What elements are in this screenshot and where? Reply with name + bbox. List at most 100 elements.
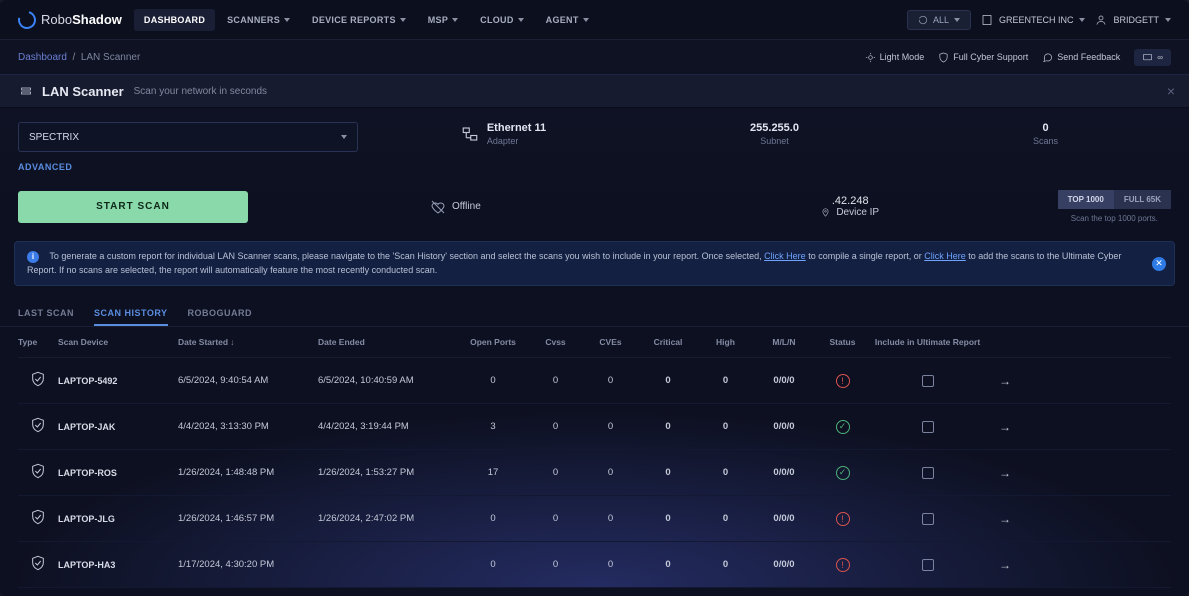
include-checkbox[interactable]: [922, 513, 934, 525]
chevron-down-icon: [452, 18, 458, 22]
include-checkbox[interactable]: [922, 375, 934, 387]
row-expand-button[interactable]: →: [985, 466, 1025, 480]
support-link[interactable]: Full Cyber Support: [938, 52, 1028, 63]
chevron-down-icon: [954, 18, 960, 22]
device-cell: LAPTOP-HA3: [58, 560, 178, 570]
banner-close-icon[interactable]: ✕: [1152, 257, 1166, 271]
include-checkbox[interactable]: [922, 421, 934, 433]
chevron-down-icon: [400, 18, 406, 22]
col-cvss: Cvss: [528, 337, 583, 347]
started-cell: 1/17/2024, 4:30:20 PM: [178, 559, 318, 570]
mln-cell: 0/0/0: [753, 467, 815, 478]
table-row: LAPTOP-HA3 1/17/2024, 4:30:20 PM 0 0 0 0…: [18, 542, 1171, 588]
advanced-link[interactable]: ADVANCED: [18, 162, 358, 172]
status-ok-icon: ✓: [836, 466, 850, 480]
user-select[interactable]: BRIDGETT: [1095, 14, 1171, 26]
nav-cloud[interactable]: CLOUD: [470, 9, 534, 31]
page-subtitle: Scan your network in seconds: [134, 86, 267, 97]
device-cell: LAPTOP-5492: [58, 376, 178, 386]
chat-icon: [1042, 52, 1053, 63]
breadcrumb-root[interactable]: Dashboard: [18, 52, 67, 63]
include-checkbox[interactable]: [922, 467, 934, 479]
type-cell: [18, 508, 58, 529]
tab-scan-history[interactable]: SCAN HISTORY: [94, 302, 168, 326]
include-checkbox[interactable]: [922, 559, 934, 571]
send-feedback-link[interactable]: Send Feedback: [1042, 52, 1120, 63]
chat-bubble-icon: [1142, 52, 1153, 63]
crit-cell: 0: [638, 421, 698, 432]
cves-cell: 0: [583, 421, 638, 432]
nav-agent[interactable]: AGENT: [536, 9, 599, 31]
breadcrumb-current: LAN Scanner: [81, 52, 140, 63]
row-expand-button[interactable]: →: [985, 374, 1025, 388]
cvss-cell: 0: [528, 513, 583, 524]
chevron-down-icon: [1165, 18, 1171, 22]
nav-msp[interactable]: MSP: [418, 9, 468, 31]
row-expand-button[interactable]: →: [985, 420, 1025, 434]
logo[interactable]: RoboShadow: [18, 11, 122, 29]
scans-stat: 0 Scans: [920, 122, 1171, 146]
col-started[interactable]: Date Started ↓: [178, 337, 318, 347]
ports-cell: 0: [458, 375, 528, 386]
mln-cell: 0/0/0: [753, 421, 815, 432]
nav-dashboard[interactable]: DASHBOARD: [134, 9, 215, 31]
org-select[interactable]: GREENTECH INC: [981, 14, 1086, 26]
high-cell: 0: [698, 375, 753, 386]
offline-status: Offline: [268, 199, 643, 215]
started-cell: 1/26/2024, 1:48:48 PM: [178, 467, 318, 478]
ended-cell: 6/5/2024, 10:40:59 AM: [318, 375, 458, 386]
status-cell: ✓: [815, 466, 870, 480]
banner-link-2[interactable]: Click Here: [924, 251, 966, 261]
col-mln: M/L/N: [753, 337, 815, 347]
full-65k-button[interactable]: FULL 65K: [1114, 190, 1171, 209]
notifications-button[interactable]: ∞: [1134, 49, 1171, 66]
crit-cell: 0: [638, 513, 698, 524]
tab-last-scan[interactable]: LAST SCAN: [18, 302, 74, 326]
status-cell: !: [815, 374, 870, 388]
col-type: Type: [18, 337, 58, 347]
mln-cell: 0/0/0: [753, 559, 815, 570]
ip-status: .42.248 Device IP: [663, 195, 1038, 218]
device-cell: LAPTOP-JAK: [58, 422, 178, 432]
ended-cell: 1/26/2024, 2:47:02 PM: [318, 513, 458, 524]
shield-icon: [30, 554, 46, 572]
adapter-stat: Ethernet 11 Adapter: [378, 122, 629, 146]
mln-cell: 0/0/0: [753, 513, 815, 524]
ports-cell: 3: [458, 421, 528, 432]
close-icon[interactable]: ×: [1167, 83, 1175, 99]
tabs: LAST SCAN SCAN HISTORY ROBOGUARD: [0, 294, 1189, 327]
nav-right: ALL GREENTECH INC BRIDGETT: [907, 10, 1171, 30]
table-row: LAPTOP-ROS 1/26/2024, 1:48:48 PM 1/26/20…: [18, 450, 1171, 496]
cves-cell: 0: [583, 513, 638, 524]
top-1000-button[interactable]: TOP 1000: [1058, 190, 1114, 209]
tab-roboguard[interactable]: ROBOGUARD: [188, 302, 253, 326]
nav-device-reports[interactable]: DEVICE REPORTS: [302, 9, 416, 31]
start-scan-button[interactable]: START SCAN: [18, 191, 248, 223]
cves-cell: 0: [583, 467, 638, 478]
light-mode-toggle[interactable]: Light Mode: [865, 52, 925, 63]
table-row: LAPTOP-JAK 4/4/2024, 3:13:30 PM 4/4/2024…: [18, 404, 1171, 450]
device-select[interactable]: SPECTRIX: [18, 122, 358, 152]
cvss-cell: 0: [528, 375, 583, 386]
started-cell: 4/4/2024, 3:13:30 PM: [178, 421, 318, 432]
chevron-down-icon: [284, 18, 290, 22]
status-warn-icon: !: [836, 558, 850, 572]
high-cell: 0: [698, 513, 753, 524]
crit-cell: 0: [638, 375, 698, 386]
shield-icon: [938, 52, 949, 63]
col-include: Include in Ultimate Report: [870, 337, 985, 347]
filter-all-button[interactable]: ALL: [907, 10, 971, 30]
type-cell: [18, 462, 58, 483]
row-expand-button[interactable]: →: [985, 512, 1025, 526]
page-title-bar: LAN Scanner Scan your network in seconds…: [0, 74, 1189, 108]
nav-scanners[interactable]: SCANNERS: [217, 9, 300, 31]
sort-down-icon: ↓: [230, 337, 234, 347]
shield-icon: [30, 462, 46, 480]
banner-link-1[interactable]: Click Here: [764, 251, 806, 261]
sun-icon: [865, 52, 876, 63]
table-row: LAPTOP-JLG 1/26/2024, 1:46:57 PM 1/26/20…: [18, 496, 1171, 542]
row-expand-button[interactable]: →: [985, 558, 1025, 572]
col-ended: Date Ended: [318, 337, 458, 347]
cves-cell: 0: [583, 375, 638, 386]
include-cell: [870, 375, 985, 387]
